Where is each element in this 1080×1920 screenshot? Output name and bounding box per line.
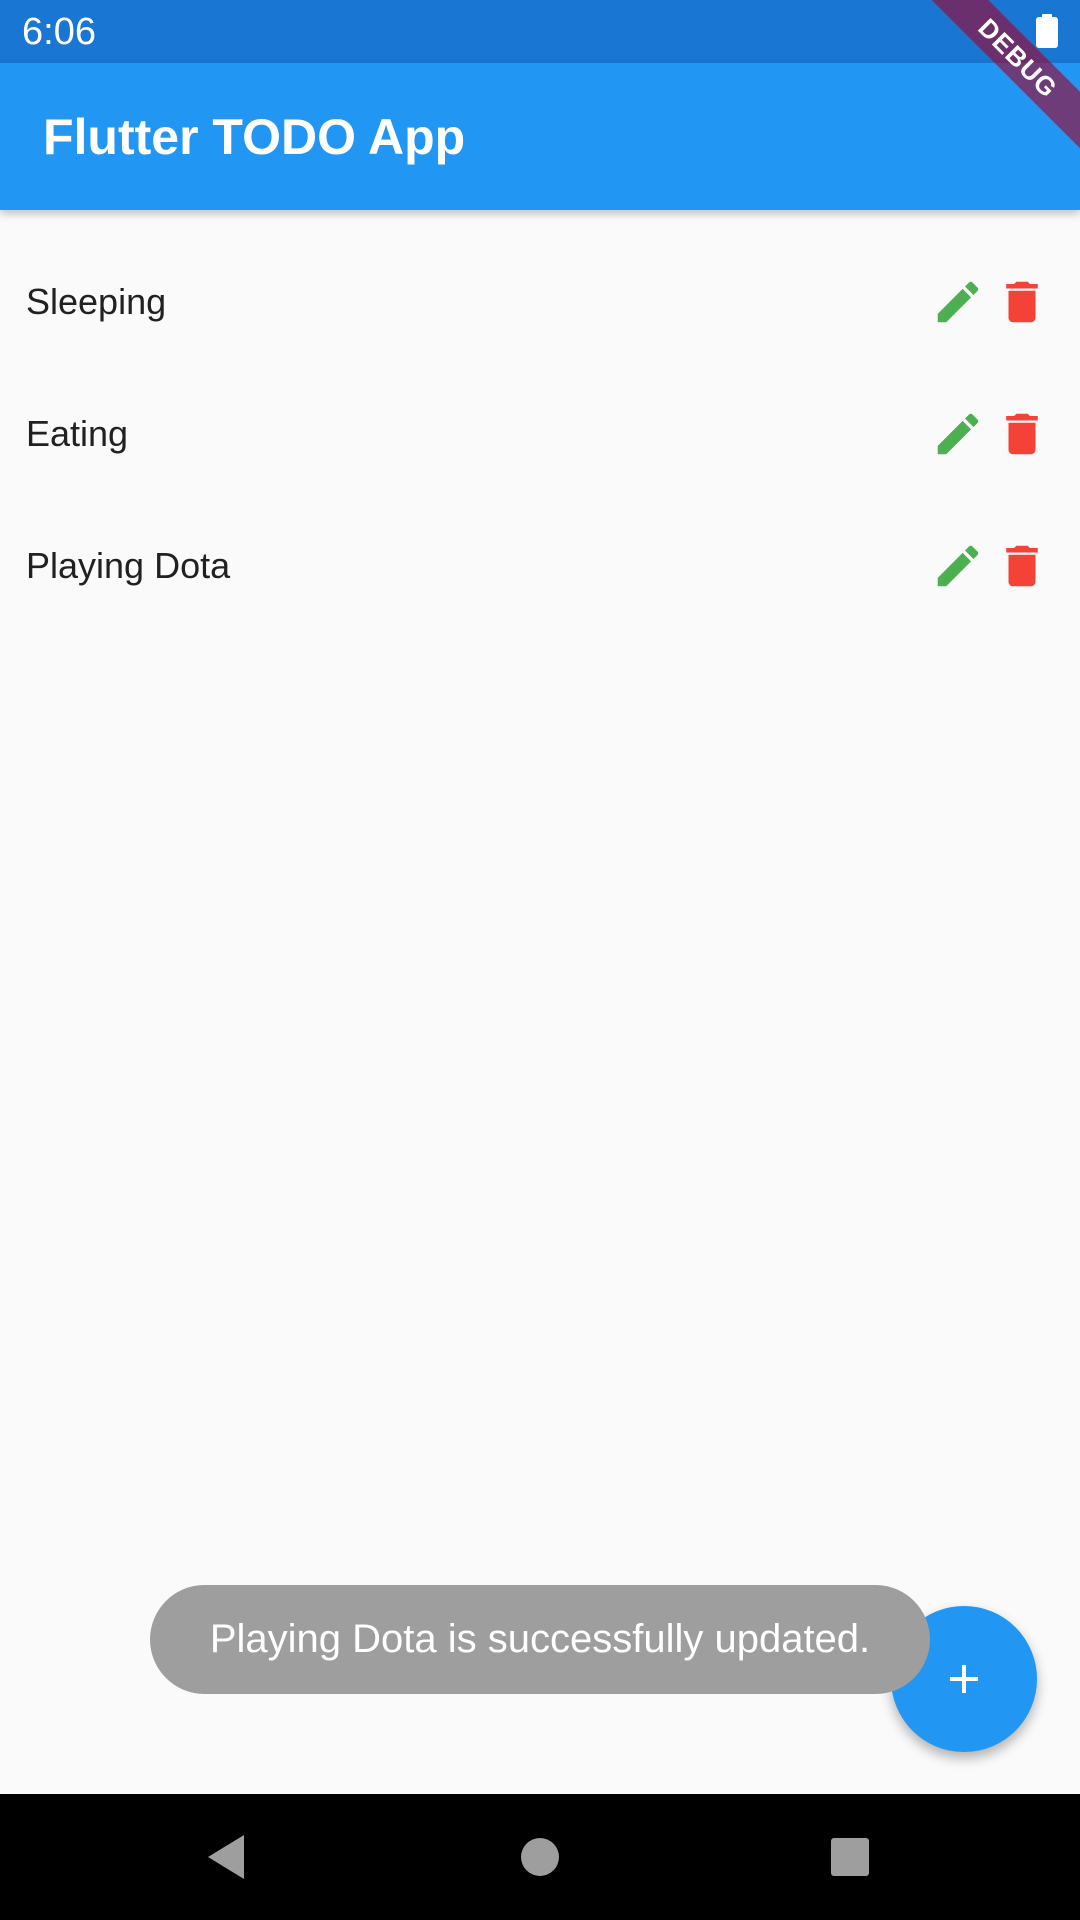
todo-item[interactable]: Sleeping	[0, 210, 1080, 348]
screen: 6:06 DEBUG Flutter TODO App Sleeping Eat…	[0, 0, 1080, 1920]
todo-item[interactable]: Playing Dota	[0, 480, 1080, 612]
nav-back-button[interactable]	[196, 1827, 256, 1887]
app-title: Flutter TODO App	[43, 109, 466, 165]
triangle-back-icon	[208, 1835, 244, 1879]
delete-button[interactable]	[992, 536, 1052, 596]
trash-icon	[1006, 281, 1038, 323]
edit-button[interactable]	[928, 272, 988, 332]
nav-recents-button[interactable]	[820, 1827, 880, 1887]
pencil-icon	[937, 281, 979, 323]
trash-icon	[1006, 545, 1038, 587]
status-time: 6:06	[22, 11, 96, 53]
system-nav-bar	[0, 1794, 1080, 1920]
delete-button[interactable]	[992, 404, 1052, 464]
todo-list: Sleeping Eating Playing Dota	[0, 210, 1080, 612]
edit-button[interactable]	[928, 404, 988, 464]
edit-button[interactable]	[928, 536, 988, 596]
pencil-icon	[937, 413, 979, 455]
trash-icon	[1006, 413, 1038, 455]
plus-icon	[950, 1665, 978, 1693]
nav-home-button[interactable]	[510, 1827, 570, 1887]
todo-label: Playing Dota	[26, 545, 231, 586]
pencil-icon	[937, 545, 979, 587]
delete-button[interactable]	[992, 272, 1052, 332]
toast-message: Playing Dota is successfully updated.	[150, 1585, 930, 1694]
todo-label: Sleeping	[26, 281, 167, 322]
circle-home-icon	[521, 1838, 559, 1876]
debug-banner: DEBUG	[900, 0, 1080, 180]
todo-label: Eating	[26, 413, 129, 454]
square-recents-icon	[831, 1838, 869, 1876]
debug-banner-label: DEBUG	[904, 0, 1080, 172]
todo-item[interactable]: Eating	[0, 348, 1080, 480]
